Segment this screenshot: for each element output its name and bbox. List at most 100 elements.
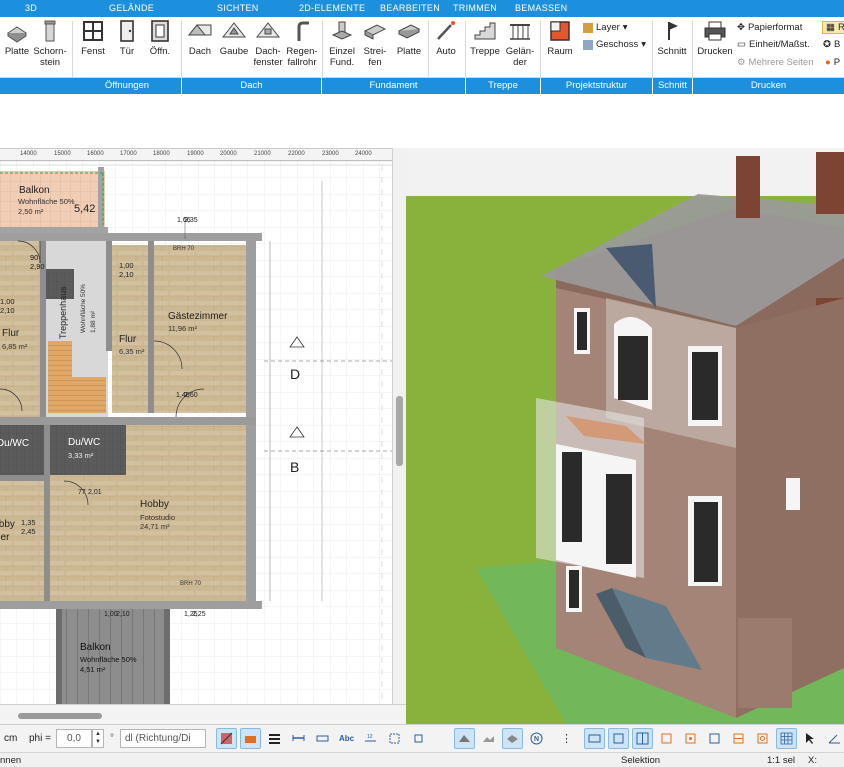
line-weight-icon[interactable] (264, 728, 285, 749)
einzelfundament-button[interactable]: Einzel Fund. (326, 19, 358, 68)
floor-plan-view[interactable]: 14000 15000 16000 17000 18000 19000 2000… (0, 148, 392, 704)
layer-dropdown[interactable]: Layer ▾ (583, 22, 628, 33)
view-frame-icon[interactable] (608, 728, 629, 749)
layer-icon (583, 22, 593, 33)
room-area-balkon-bottom: 4,51 m² (80, 665, 106, 674)
plan-vertical-scroll-thumb[interactable] (396, 396, 403, 466)
regenfallrohr-button[interactable]: Regen- fallrohr (285, 19, 319, 68)
status-x-coordinate: X: (808, 755, 817, 766)
mehrere-seiten-button[interactable]: ⚙ Mehrere Seiten (737, 57, 813, 68)
drucken-label: Drucken (697, 46, 733, 57)
ruler-tick: 19000 (187, 151, 204, 157)
hatch-icon[interactable] (216, 728, 237, 749)
room-area-icon[interactable] (312, 728, 333, 749)
door-icon (120, 20, 134, 42)
frame-select-icon[interactable] (384, 728, 405, 749)
snap-icon[interactable] (656, 728, 677, 749)
schornstein-button[interactable]: Schorn- stein (33, 19, 67, 68)
roof-view-icon[interactable] (454, 728, 475, 749)
snap-center-icon[interactable] (752, 728, 773, 749)
streifen-label-1: Strei- (363, 46, 387, 57)
oeffnung-button[interactable]: Öffn. (145, 19, 175, 57)
tab-trimmen[interactable]: TRIMMEN (453, 3, 497, 13)
raum-button[interactable]: Raum (544, 19, 576, 57)
terrain-icon[interactable] (478, 728, 499, 749)
plan-vertical-scrollbar[interactable] (392, 148, 406, 704)
dimension-label: 1,00 (119, 261, 134, 270)
snap-end-icon[interactable] (704, 728, 725, 749)
auto-button[interactable]: Auto (431, 19, 461, 57)
p-button[interactable]: ● P (825, 57, 840, 68)
dach-button[interactable]: Dach (184, 19, 216, 57)
r-label: R (838, 22, 844, 33)
einheit-button[interactable]: ▭ Einheit/Maßst. (737, 39, 810, 50)
group-fundament: Fundament (322, 78, 466, 94)
group-treppe: Treppe (466, 78, 541, 94)
pin-icon: ● (825, 57, 831, 68)
phi-label: phi = (29, 733, 51, 744)
fundamentplatte-button[interactable]: Platte (393, 19, 425, 57)
plan-horizontal-scrollbar[interactable] (0, 704, 406, 724)
gelaender-button[interactable]: Gelän- der (503, 19, 537, 68)
dimension-label: 2,60 (184, 392, 198, 399)
schornstein-label-1: Schorn- (33, 46, 67, 57)
layer-toggle-icon[interactable] (502, 728, 523, 749)
dachfenster-label-1: Dach- (255, 46, 281, 57)
tuer-button[interactable]: Tür (112, 19, 142, 57)
dormer-icon (221, 22, 247, 38)
group-drucken: Drucken (750, 80, 787, 91)
plan-horizontal-scroll-thumb[interactable] (18, 713, 102, 719)
section-marker-b[interactable]: B (290, 459, 299, 475)
dimension-line-icon[interactable] (288, 728, 309, 749)
tab-bemassen[interactable]: BEMASSEN (515, 3, 567, 13)
3d-view[interactable] (406, 148, 844, 724)
room-sub-balkon-bottom: Wohnfläche 50% (80, 655, 137, 664)
gaube-button[interactable]: Gaube (218, 19, 250, 57)
ruler-tick: 23000 (322, 151, 339, 157)
unit-label: cm (4, 733, 18, 744)
platte2-label: Platte (396, 46, 422, 57)
snap-corner-icon[interactable] (680, 728, 701, 749)
phi-input[interactable] (56, 729, 92, 748)
text-abc-icon[interactable]: Abc (336, 728, 357, 749)
tab-sichten[interactable]: SICHTEN (217, 3, 259, 13)
schnitt-button[interactable]: Schnitt (655, 19, 689, 57)
platte-button[interactable]: Platte (2, 19, 32, 57)
papierformat-button[interactable]: ✥ Papierformat (737, 22, 802, 33)
tab-bearbeiten[interactable]: BEARBEITEN (380, 3, 440, 13)
group-dach: Dach (182, 78, 322, 94)
geschoss-dropdown[interactable]: Geschoss ▾ (583, 39, 646, 50)
crop-icon[interactable] (408, 728, 429, 749)
snap-angle-icon[interactable] (824, 728, 844, 749)
fenster-button[interactable]: Fenst (78, 19, 108, 57)
room-name-flur-mid: Flur (119, 334, 137, 345)
horizontal-ruler: 14000 15000 16000 17000 18000 19000 2000… (0, 149, 392, 161)
tab-2d-elemente[interactable]: 2D-ELEMENTE (299, 3, 365, 13)
phi-unit-symbol: ° (110, 733, 114, 744)
tab-gelaende[interactable]: GELÄNDE (109, 3, 154, 13)
snap-mid-icon[interactable] (728, 728, 749, 749)
view-split-icon[interactable] (632, 728, 653, 749)
section-marker-d[interactable]: D (290, 366, 300, 382)
b-button[interactable]: ✪ B (823, 39, 840, 50)
r-button[interactable]: ▦R (822, 21, 844, 34)
status-bar: nnen Selektion 1:1 sel X: (0, 752, 844, 767)
dimension-label: 1,00 (0, 297, 15, 306)
north-icon[interactable]: N (526, 728, 547, 749)
gelaender-label-1: Gelän- (505, 46, 535, 57)
dachfenster-button[interactable]: Dach- fenster (252, 19, 284, 68)
dl-dropdown[interactable]: dl (Richtung/Di (120, 729, 206, 748)
view-2d-icon[interactable] (584, 728, 605, 749)
treppe-button[interactable]: Treppe (468, 19, 502, 57)
tab-3d[interactable]: 3D (25, 3, 37, 13)
dimension-number-icon[interactable]: 12 (360, 728, 381, 749)
phi-stepper[interactable]: ▲ ▼ (92, 729, 104, 748)
gaube-label: Gaube (219, 46, 249, 57)
more-options-icon[interactable]: ⋮ (556, 728, 577, 749)
drucken-button[interactable]: Drucken (696, 19, 734, 57)
wall-fill-icon[interactable] (240, 728, 261, 749)
cursor-icon[interactable] (800, 728, 821, 749)
ribbon-tab-bar: 3D GELÄNDE SICHTEN 2D-ELEMENTE BEARBEITE… (0, 0, 844, 17)
streifenfundament-button[interactable]: Strei- fen (360, 19, 390, 68)
grid-toggle-icon[interactable] (776, 728, 797, 749)
